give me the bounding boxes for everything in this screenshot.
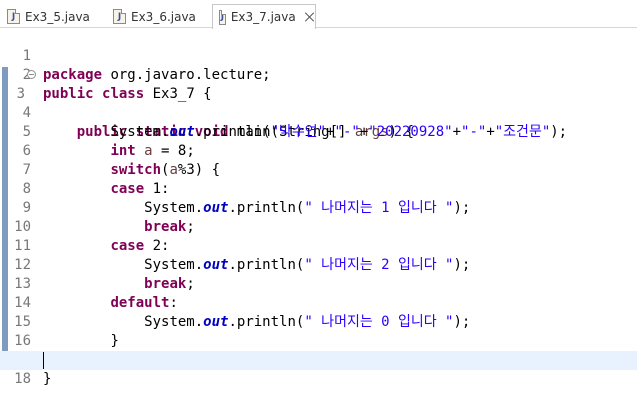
code-token: } [43, 371, 52, 387]
code-line: 11 System.out.println(" 나머지는 2 입니다 "); [0, 218, 637, 273]
code-line: 13 default: [0, 256, 637, 311]
tab-ex3-6[interactable]: J Ex3_6.java [106, 4, 209, 28]
code-line: 14 System.out.println(" 나머지는 0 입니다 "); [0, 275, 637, 330]
code-line: 15 } [0, 294, 637, 349]
code-line: 8 System.out.println(" 나머지는 1 입니다 "); [0, 161, 637, 216]
code-line: 5 int a = 8; [0, 104, 637, 159]
close-tab-icon[interactable] [304, 11, 309, 23]
java-file-icon: J [219, 9, 226, 25]
code-line: 16 } [0, 313, 637, 368]
line-number: 18 [14, 371, 31, 387]
code-editor[interactable]: 1 package org.javaro.lecture; 2 public c… [0, 28, 637, 401]
text-cursor [43, 352, 44, 369]
current-code-line: 18 [0, 351, 637, 387]
code-line: 10 case 2: [0, 199, 637, 254]
java-file-icon: J [7, 9, 20, 24]
code-line: 7 case 1: [0, 142, 637, 197]
fold-collapse-icon[interactable] [27, 70, 36, 79]
code-line: 6 switch(a%3) { [0, 123, 637, 178]
tab-label: Ex3_7.java [230, 10, 296, 24]
code-line: 2 public class Ex3_7 { [0, 47, 637, 102]
code-line: 12 break; [0, 237, 637, 292]
java-file-icon: J [113, 9, 126, 24]
code-line: 3 public static void main(String[] args)… [0, 66, 637, 140]
code-text: } [43, 370, 51, 389]
code-line: 1 package org.javaro.lecture; [0, 28, 637, 83]
tab-label: Ex3_6.java [131, 9, 196, 24]
editor-tab-bar: J Ex3_5.java J Ex3_6.java J Ex3_7.java [0, 0, 637, 29]
tab-label: Ex3_5.java [25, 9, 90, 24]
code-line: 17 } [0, 332, 637, 387]
tab-ex3-5[interactable]: J Ex3_5.java [0, 4, 103, 28]
code-line: 4 System.out.println("박수연"+"-"+"20220928… [0, 85, 637, 140]
tab-ex3-7[interactable]: J Ex3_7.java [212, 4, 316, 29]
code-line: 9 break; [0, 180, 637, 235]
